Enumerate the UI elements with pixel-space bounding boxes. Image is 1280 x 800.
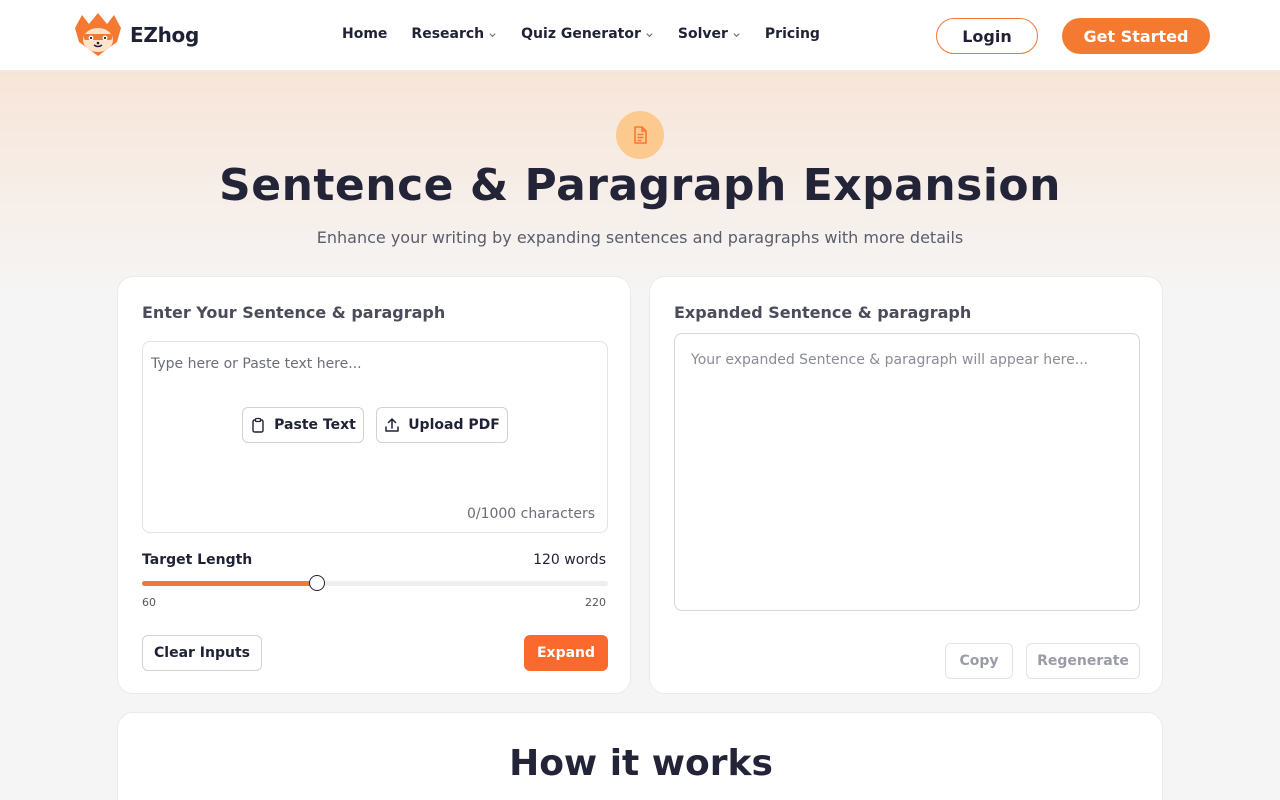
nav-item-pricing[interactable]: Pricing [765,26,820,42]
hero-icon-badge [616,111,664,159]
text-input-placeholder: Type here or Paste text here... [151,356,362,372]
nav-item-solver[interactable]: Solver [678,26,741,42]
text-input-area[interactable]: Type here or Paste text here... Paste Te… [142,341,608,533]
paste-text-label: Paste Text [274,417,356,433]
document-icon [634,126,647,144]
target-length-slider[interactable] [142,575,608,591]
get-started-button[interactable]: Get Started [1062,18,1210,54]
target-length-value: 120 words [533,552,606,568]
hedgehog-logo-icon [75,13,121,56]
paste-text-button[interactable]: Paste Text [242,407,364,443]
nav-item-label: Pricing [764,26,820,42]
copy-button[interactable]: Copy [945,643,1013,679]
nav-item-label: Solver [677,26,728,42]
nav-item-label: Research [411,26,485,42]
brand-logo[interactable]: EZhog [72,12,199,58]
upload-pdf-label: Upload PDF [408,417,500,433]
nav-item-research[interactable]: Research [411,26,497,42]
how-it-works-section: How it works [117,712,1163,800]
output-panel-title: Expanded Sentence & paragraph [674,303,972,322]
chevron-down-icon [733,32,740,37]
target-length-label: Target Length [142,552,253,568]
login-button[interactable]: Login [936,18,1038,54]
expanded-output-area[interactable]: Your expanded Sentence & paragraph will … [674,333,1140,611]
slider-fill [142,581,317,586]
chevron-down-icon [646,32,653,37]
slider-max-label: 220 [585,596,606,609]
chevron-down-icon [489,32,496,37]
slider-handle[interactable] [308,575,325,591]
input-panel: Enter Your Sentence & paragraph Type her… [117,276,631,694]
page-subtitle: Enhance your writing by expanding senten… [316,228,964,247]
clear-inputs-button[interactable]: Clear Inputs [142,635,262,671]
character-count: 0/1000 characters [466,506,595,522]
output-panel: Expanded Sentence & paragraph Your expan… [649,276,1163,694]
output-placeholder: Your expanded Sentence & paragraph will … [691,352,1089,368]
slider-min-label: 60 [142,596,156,609]
expand-button[interactable]: Expand [524,635,608,671]
nav-item-home[interactable]: Home [342,26,387,42]
nav-item-quiz-generator[interactable]: Quiz Generator [521,26,654,42]
input-panel-title: Enter Your Sentence & paragraph [142,303,446,322]
how-it-works-title: How it works [509,743,773,784]
top-navbar: EZhog Home Research Quiz Generator Solve… [0,0,1280,71]
brand-name: EZhog [130,23,199,47]
upload-pdf-button[interactable]: Upload PDF [376,407,508,443]
nav-item-label: Home [342,26,388,42]
main-nav: Home Research Quiz Generator Solver Pric… [342,26,820,42]
upload-icon [385,418,399,432]
regenerate-button[interactable]: Regenerate [1026,643,1140,679]
page-title: Sentence & Paragraph Expansion [219,160,1061,211]
clipboard-icon [252,417,264,433]
nav-item-label: Quiz Generator [521,26,641,42]
